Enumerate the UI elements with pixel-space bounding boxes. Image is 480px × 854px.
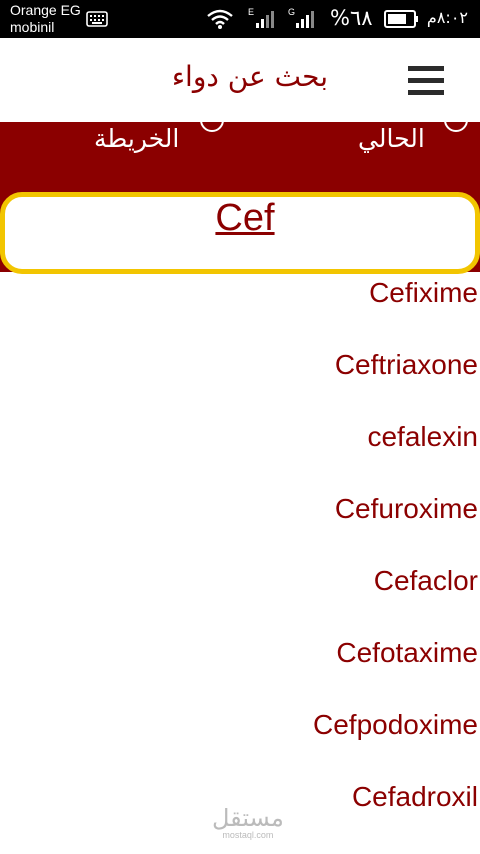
battery-icon xyxy=(384,10,418,28)
keyboard-icon xyxy=(86,11,108,27)
list-item[interactable]: Cefaclor xyxy=(374,565,480,605)
carrier-line-1: Orange EG xyxy=(10,2,81,18)
battery-percent: %٦٨ xyxy=(330,6,373,30)
carrier-name: Orange EG mobinil xyxy=(10,2,81,36)
list-item[interactable]: Cefixime xyxy=(369,277,480,317)
clock: ٨:٠٢م xyxy=(426,8,468,27)
list-item[interactable]: cefalexin xyxy=(367,421,480,461)
list-item[interactable]: Ceftriaxone xyxy=(335,349,480,389)
watermark-domain: mostaql.com xyxy=(222,830,274,840)
list-item[interactable]: Cefpodoxime xyxy=(313,709,480,749)
search-query[interactable]: Cef xyxy=(5,197,480,240)
page-title: بحث عن دواء xyxy=(171,60,328,93)
signal-icon: E xyxy=(248,6,278,34)
app-bar: بحث عن دواء xyxy=(0,38,480,122)
network-type-2: G xyxy=(288,7,295,17)
current-location-radio[interactable] xyxy=(444,108,468,132)
carrier-line-2: mobinil xyxy=(10,19,55,35)
current-option-label[interactable]: الحالي xyxy=(358,124,425,153)
list-item[interactable]: Cefadroxil xyxy=(352,781,480,821)
watermark-text: مستقل xyxy=(212,804,284,832)
watermark-logo: مستقل mostaql.com xyxy=(212,806,284,840)
status-bar: Orange EG mobinil E G %٦٨ ٨:٠٢م xyxy=(0,0,480,38)
search-input[interactable]: Cef xyxy=(0,192,480,274)
map-radio[interactable] xyxy=(200,108,224,132)
map-option-label[interactable]: الخريطة xyxy=(94,124,179,153)
search-panel: الخريطة الحالي Cef xyxy=(0,108,480,274)
network-type-1: E xyxy=(248,7,254,17)
wifi-icon xyxy=(207,9,233,29)
menu-icon[interactable] xyxy=(408,66,444,96)
list-item[interactable]: Cefotaxime xyxy=(336,637,480,677)
signal-icon: G xyxy=(288,6,318,34)
list-item[interactable]: Cefuroxime xyxy=(335,493,480,533)
